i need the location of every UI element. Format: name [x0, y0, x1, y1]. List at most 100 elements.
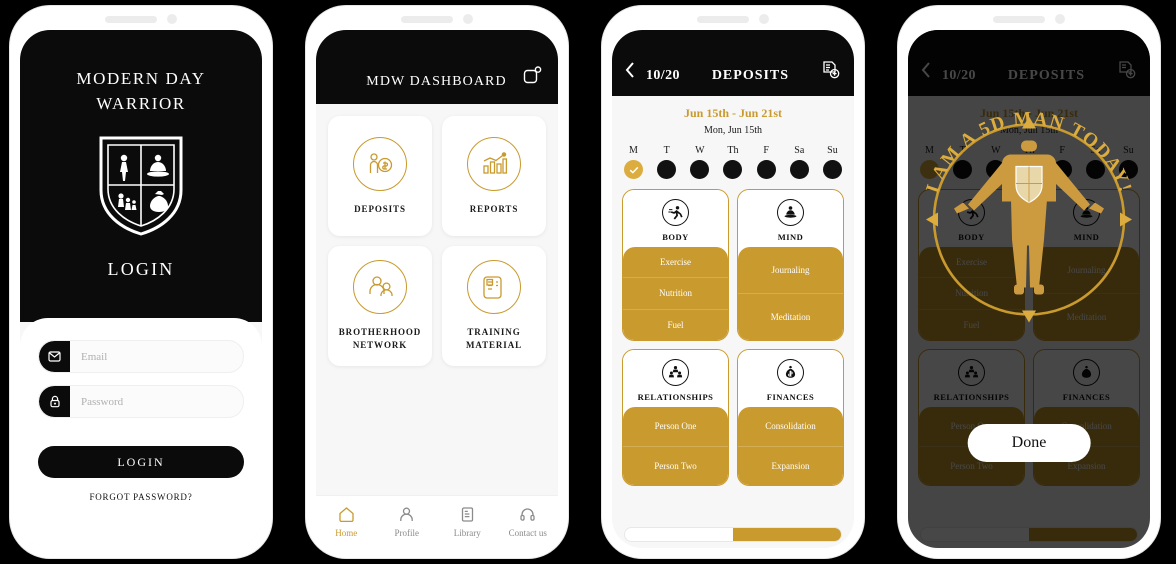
category-header: MIND	[738, 190, 843, 249]
bottom-tab-bar: Home Profile Library Contact us	[316, 495, 558, 548]
login-form: LOGIN FORGOT PASSWORD?	[20, 318, 262, 548]
tab-contact-us[interactable]: Contact us	[498, 506, 559, 538]
category-item[interactable]: Consolidation	[738, 407, 843, 447]
category-item[interactable]: Fuel	[623, 310, 728, 340]
gold-man-shield-icon	[954, 140, 1104, 295]
selected-day-label: Mon, Jun 15th	[703, 125, 763, 136]
category-item[interactable]: Journaling	[738, 247, 843, 294]
day-dot[interactable]	[723, 160, 743, 179]
tile-reports[interactable]: REPORTS	[442, 116, 546, 236]
phone-notch	[602, 6, 864, 32]
category-item[interactable]: Nutrition	[623, 278, 728, 310]
category-name: BODY	[662, 232, 689, 242]
day-dot[interactable]	[822, 160, 842, 179]
day-thursday[interactable]: Th	[723, 145, 743, 179]
category-relationships: RELATIONSHIPS Person One Person Two	[622, 349, 729, 486]
category-header: RELATIONSHIPS	[623, 350, 728, 409]
day-dot[interactable]	[657, 160, 677, 179]
day-wednesday[interactable]: W	[690, 145, 710, 179]
password-input[interactable]	[70, 394, 243, 409]
category-finances: FINANCES Consolidation Expansion	[737, 349, 844, 486]
category-items: Journaling Meditation	[738, 247, 843, 340]
envelope-icon	[39, 341, 70, 372]
day-dot[interactable]	[690, 160, 710, 179]
progress-bar	[624, 527, 842, 542]
day-dot[interactable]	[789, 160, 809, 179]
day-dot-selected[interactable]	[624, 160, 643, 179]
day-dot[interactable]	[756, 160, 776, 179]
day-letter: W	[695, 145, 705, 156]
chevron-left-icon[interactable]	[624, 61, 636, 84]
tile-label: TRAINING MATERIAL	[465, 327, 523, 350]
category-body: BODY Exercise Nutrition Fuel	[622, 189, 729, 341]
tile-label: DEPOSITS	[354, 203, 406, 214]
category-header: FINANCES	[738, 350, 843, 409]
tab-library[interactable]: Library	[437, 506, 498, 538]
dashboard-tiles: DEPOSITS REPORTS BROTHERHOOD NETWORK TRA…	[316, 104, 558, 378]
day-tuesday[interactable]: T	[657, 145, 677, 179]
category-mind: MIND Journaling Meditation	[737, 189, 844, 341]
password-field[interactable]	[38, 385, 244, 418]
email-input[interactable]	[70, 349, 243, 364]
phone-notch	[306, 6, 568, 32]
day-letter: T	[663, 145, 670, 156]
speaker-grille-icon	[993, 15, 1045, 23]
bar-chart-icon	[467, 136, 521, 191]
category-grid: BODY Exercise Nutrition Fuel MIND	[612, 179, 854, 486]
brand-title: MODERN DAY WARRIOR	[76, 66, 205, 116]
tile-training-material[interactable]: TRAINING MATERIAL	[442, 246, 546, 366]
running-person-icon	[662, 199, 689, 226]
people-group-icon	[662, 359, 689, 386]
overlay-screen: 10/20 DEPOSITS Jun 15th - Jun 21st Mon, …	[908, 30, 1150, 548]
front-camera-icon	[463, 14, 473, 24]
category-item[interactable]: Meditation	[738, 294, 843, 340]
shield-quadrant-logo-icon	[95, 130, 187, 243]
phone-notch	[10, 6, 272, 32]
headset-icon	[519, 506, 536, 525]
lock-icon	[39, 386, 70, 417]
day-letter: M	[629, 145, 638, 156]
phone-notch	[898, 6, 1160, 32]
category-items: Consolidation Expansion	[738, 407, 843, 485]
day-letter: F	[763, 145, 769, 156]
five-d-man-badge: I AM A 5D MAN TODAY!	[908, 99, 1150, 346]
speaker-grille-icon	[697, 15, 749, 23]
done-button[interactable]: Done	[967, 424, 1091, 462]
speaker-grille-icon	[105, 15, 157, 23]
day-saturday[interactable]: Sa	[789, 145, 809, 179]
notification-square-icon[interactable]	[523, 66, 542, 90]
home-icon	[338, 506, 355, 525]
category-item[interactable]: Person One	[623, 407, 728, 447]
email-field[interactable]	[38, 340, 244, 373]
tile-label: REPORTS	[469, 203, 519, 214]
day-friday[interactable]: F	[756, 145, 776, 179]
tile-label: BROTHERHOOD NETWORK	[338, 327, 422, 350]
category-item[interactable]: Expansion	[738, 447, 843, 486]
dashboard-screen: MDW DASHBOARD DEPOSITS REPORTS BROTHERHO…	[316, 30, 558, 548]
tile-deposits[interactable]: DEPOSITS	[328, 116, 432, 236]
login-button[interactable]: LOGIN	[38, 446, 244, 478]
money-bag-icon	[777, 359, 804, 386]
day-sunday[interactable]: Su	[822, 145, 842, 179]
tab-home[interactable]: Home	[316, 506, 377, 538]
deposits-header: 10/20 DEPOSITS	[612, 30, 854, 96]
tile-brotherhood-network[interactable]: BROTHERHOOD NETWORK	[328, 246, 432, 366]
day-letter: Th	[727, 145, 739, 156]
document-add-icon[interactable]	[821, 60, 840, 84]
day-monday[interactable]: M	[624, 145, 643, 179]
person-icon	[398, 506, 415, 525]
forgot-password-link[interactable]: FORGOT PASSWORD?	[38, 492, 244, 502]
category-item[interactable]: Exercise	[623, 247, 728, 279]
category-header: BODY	[623, 190, 728, 249]
book-icon	[459, 506, 476, 525]
day-selector: M T W Th F Sa Su	[612, 136, 854, 179]
tab-label: Home	[335, 528, 358, 538]
people-group-icon	[353, 260, 407, 314]
person-coin-icon	[353, 136, 407, 191]
meditation-icon	[777, 199, 804, 226]
tab-profile[interactable]: Profile	[377, 506, 438, 538]
front-camera-icon	[1055, 14, 1065, 24]
category-item[interactable]: Person Two	[623, 447, 728, 486]
front-camera-icon	[759, 14, 769, 24]
front-camera-icon	[167, 14, 177, 24]
